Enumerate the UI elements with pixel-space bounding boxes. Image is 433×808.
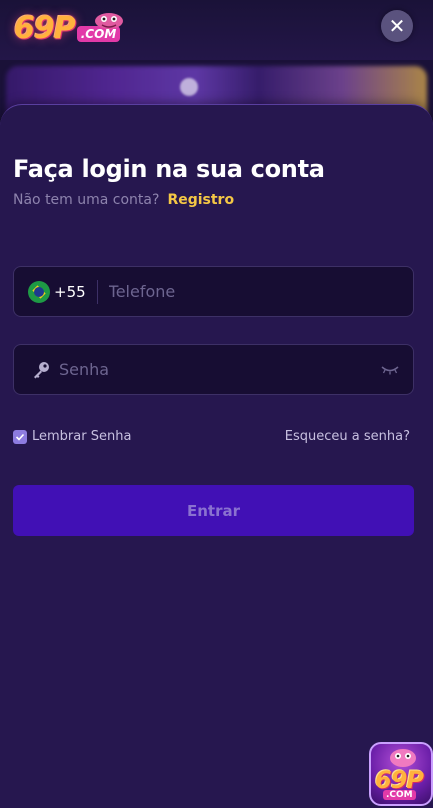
mascot-icon — [95, 13, 123, 29]
signup-prompt: Não tem uma conta? Registro — [13, 192, 234, 208]
close-icon: ✕ — [388, 14, 406, 38]
remember-label: Lembrar Senha — [32, 429, 132, 444]
eye-closed-icon[interactable] — [380, 363, 400, 377]
close-button[interactable]: ✕ — [381, 10, 413, 42]
country-code-selector[interactable]: +55 — [54, 283, 86, 301]
top-header: 69P .COM ✕ — [0, 0, 433, 60]
login-sheet — [0, 104, 433, 808]
forgot-password-link[interactable]: Esqueceu a senha? — [285, 429, 410, 444]
phone-field: +55 — [13, 266, 414, 317]
logo-number: 69P — [14, 10, 76, 46]
remember-checkbox[interactable] — [13, 429, 27, 444]
phone-input[interactable] — [108, 282, 413, 301]
password-field — [13, 344, 414, 395]
key-icon — [31, 360, 51, 380]
mascot-icon — [390, 749, 416, 767]
page-title: Faça login na sua conta — [13, 155, 325, 183]
login-button[interactable]: Entrar — [13, 485, 414, 536]
password-input[interactable] — [59, 360, 380, 379]
banner-decoration — [180, 78, 198, 96]
signup-prompt-text: Não tem uma conta? — [13, 192, 160, 208]
app-download-badge[interactable]: 69P .COM — [369, 742, 433, 806]
brazil-flag-icon[interactable] — [28, 280, 50, 303]
check-icon — [15, 433, 25, 441]
badge-suffix: .COM — [383, 790, 416, 800]
brand-logo[interactable]: 69P .COM — [14, 8, 123, 48]
remember-password[interactable]: Lembrar Senha — [13, 429, 131, 444]
login-screen: 69P .COM ✕ Faça login na sua conta Não t… — [0, 0, 433, 808]
register-link[interactable]: Registro — [167, 192, 234, 208]
field-divider — [96, 279, 98, 304]
